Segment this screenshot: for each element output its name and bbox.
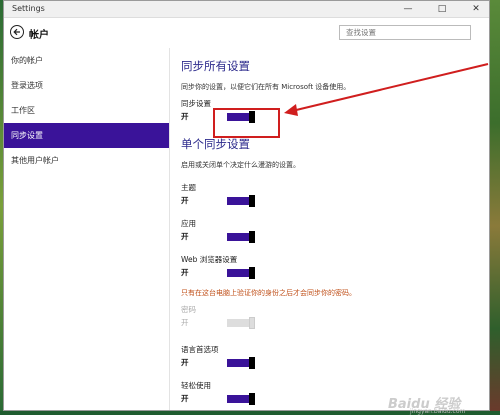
annotation-arrow [284, 63, 489, 116]
watermark-url: jingyan.baidu.com [410, 408, 466, 415]
